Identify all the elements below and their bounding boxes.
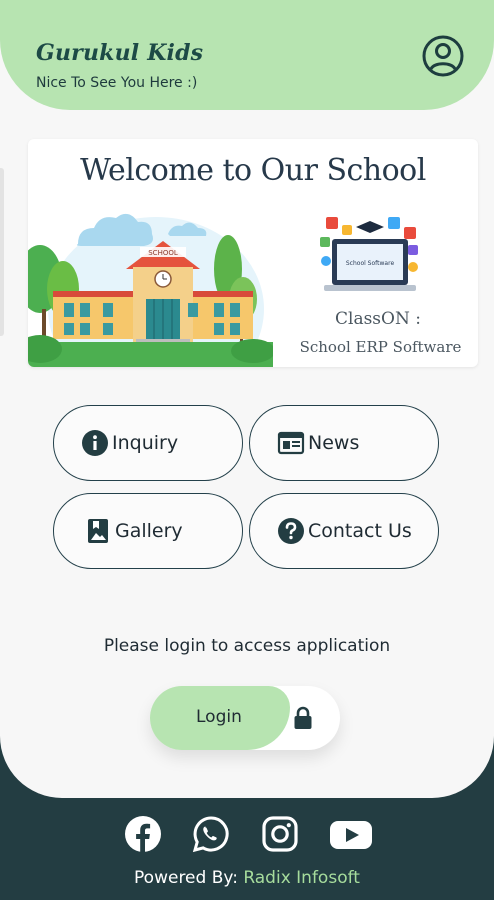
login-button[interactable]: Login xyxy=(150,686,340,750)
contact-us-button[interactable]: Contact Us xyxy=(249,493,439,569)
social-links xyxy=(0,815,494,855)
help-icon xyxy=(277,517,305,545)
photo-bookmark-icon xyxy=(84,517,112,545)
app-header: Gurukul Kids Nice To See You Here :) xyxy=(0,0,494,110)
instagram-icon[interactable] xyxy=(261,815,299,853)
news-label: News xyxy=(308,432,360,454)
app-title: Gurukul Kids xyxy=(36,40,204,66)
info-icon xyxy=(81,429,109,457)
product-name: ClassON : xyxy=(335,309,421,329)
account-circle-icon[interactable] xyxy=(421,34,465,78)
main-panel: Gurukul Kids Nice To See You Here :) Wel… xyxy=(0,0,494,798)
powered-by-company[interactable]: Radix Infosoft xyxy=(243,868,360,888)
powered-by-prefix: Powered By: xyxy=(134,868,244,888)
login-label: Login xyxy=(196,707,242,727)
powered-by: Powered By: Radix Infosoft xyxy=(0,868,494,888)
product-tagline: School ERP Software xyxy=(299,338,462,356)
newspaper-icon xyxy=(277,429,305,457)
gallery-label: Gallery xyxy=(115,520,183,542)
login-prompt: Please login to access application xyxy=(103,636,391,656)
carousel-prev-peek[interactable] xyxy=(0,168,4,336)
banner-title: Welcome to Our School xyxy=(80,153,426,188)
school-building-illustration: SCHOOL xyxy=(28,213,273,367)
whatsapp-icon[interactable] xyxy=(192,815,230,853)
laptop-screen-text: School Software xyxy=(346,260,395,267)
news-button[interactable]: News xyxy=(249,405,439,481)
inquiry-label: Inquiry xyxy=(112,432,179,454)
school-sign: SCHOOL xyxy=(148,249,178,257)
facebook-icon[interactable] xyxy=(124,815,162,853)
youtube-icon[interactable] xyxy=(329,815,373,853)
inquiry-button[interactable]: Inquiry xyxy=(53,405,243,481)
welcome-banner: Welcome to Our School SCHOOL School Soft… xyxy=(28,139,478,367)
app-subtitle: Nice To See You Here :) xyxy=(36,75,198,91)
gallery-button[interactable]: Gallery xyxy=(53,493,243,569)
contact-us-label: Contact Us xyxy=(308,520,412,542)
lock-icon xyxy=(294,706,312,729)
erp-laptop-illustration: School Software xyxy=(320,217,418,291)
